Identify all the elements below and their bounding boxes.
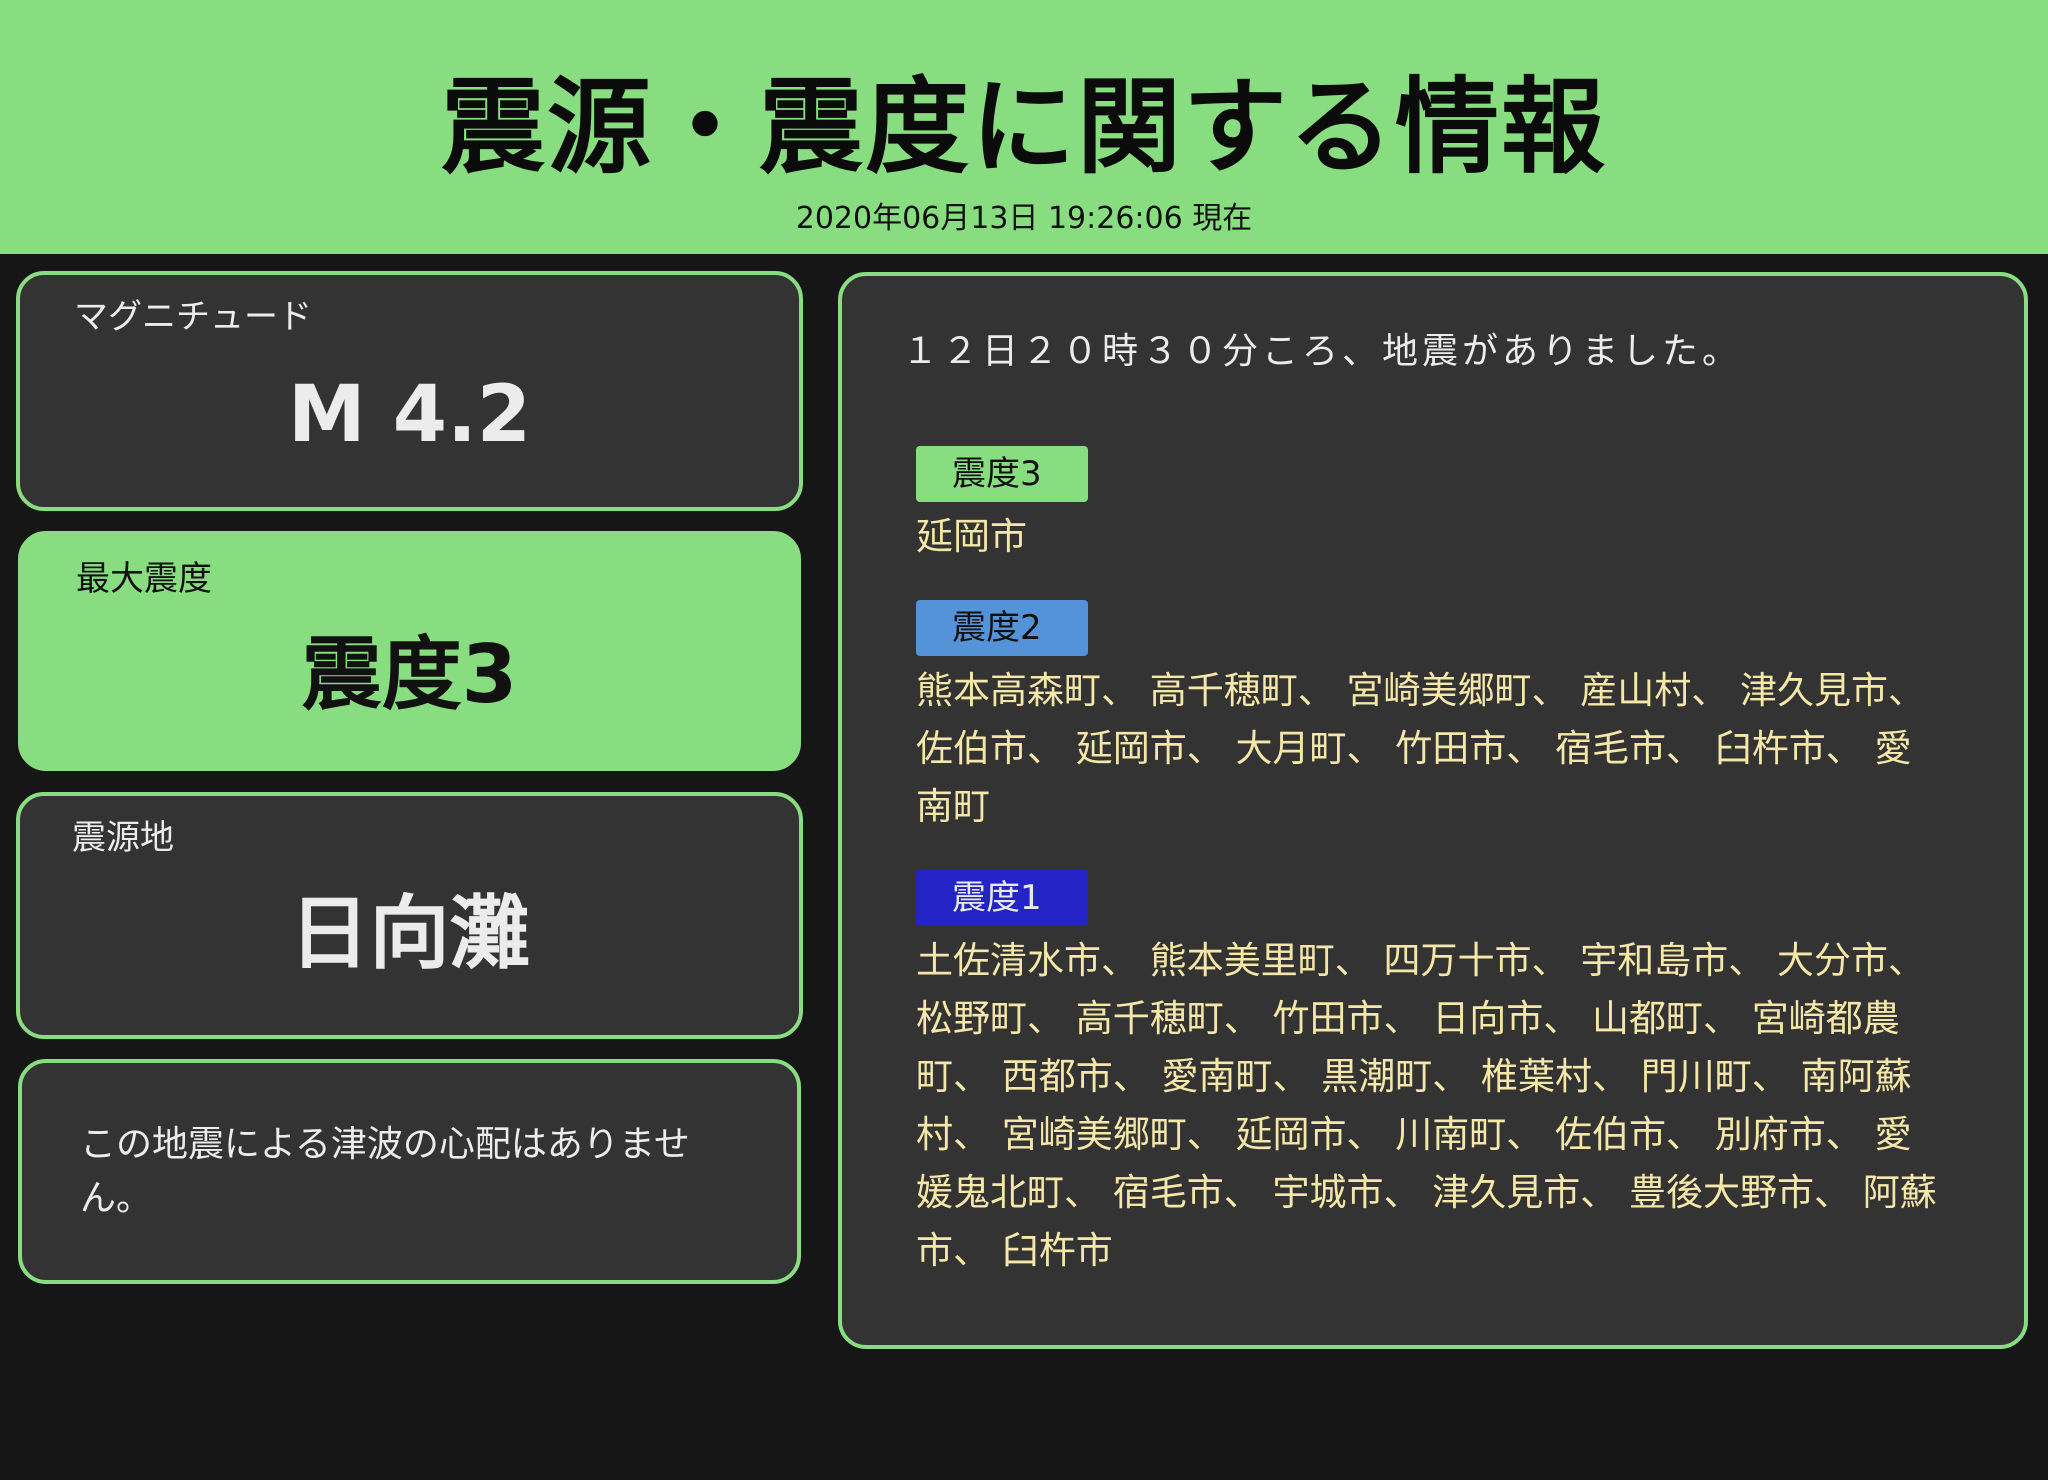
- epicenter-card: 震源地 日向灘: [16, 792, 803, 1039]
- page-title: 震源・震度に関する情報: [440, 66, 1607, 188]
- max-intensity-label: 最大震度: [76, 559, 212, 599]
- intensity-badge-1: 震度1: [916, 870, 1088, 926]
- intensity-detail-panel: １２日２０時３０分ころ、地震がありました。 震度3 延岡市 震度2 熊本高森町、…: [838, 272, 2028, 1349]
- magnitude-card: マグニチュード M 4.2: [16, 271, 803, 511]
- tsunami-message: この地震による津波の心配はありません。: [80, 1124, 690, 1219]
- intensity-1-areas: 土佐清水市、 熊本美里町、 四万十市、 宇和島市、 大分市、 松野町、 高千穂町…: [916, 939, 1937, 1272]
- epicenter-value: 日向灘: [289, 887, 530, 980]
- timestamp: 2020年06月13日 19:26:06 現在: [795, 201, 1253, 236]
- intensity-group-1: 震度1 土佐清水市、 熊本美里町、 四万十市、 宇和島市、 大分市、 松野町、 …: [916, 870, 1948, 1280]
- intensity-2-areas: 熊本高森町、 高千穂町、 宮崎美郷町、 産山村、 津久見市、 佐伯市、 延岡市、…: [916, 669, 1926, 828]
- tsunami-card: この地震による津波の心配はありません。: [18, 1059, 801, 1284]
- intensity-badge-2: 震度2: [916, 600, 1088, 656]
- intensity-group-2: 震度2 熊本高森町、 高千穂町、 宮崎美郷町、 産山村、 津久見市、 佐伯市、 …: [916, 600, 1948, 836]
- intensity-3-areas: 延岡市: [916, 515, 1027, 558]
- epicenter-label: 震源地: [72, 818, 174, 858]
- max-intensity-value: 震度3: [301, 628, 518, 721]
- magnitude-label: マグニチュード: [74, 297, 312, 337]
- earthquake-headline: １２日２０時３０分ころ、地震がありました。: [902, 331, 1743, 372]
- intensity-badge-3: 震度3: [916, 446, 1088, 502]
- max-intensity-card: 最大震度 震度3: [18, 531, 801, 771]
- magnitude-value: M 4.2: [288, 370, 531, 460]
- intensity-group-3: 震度3 延岡市: [916, 446, 1948, 566]
- page-header: 震源・震度に関する情報 2020年06月13日 19:26:06 現在: [0, 0, 2048, 254]
